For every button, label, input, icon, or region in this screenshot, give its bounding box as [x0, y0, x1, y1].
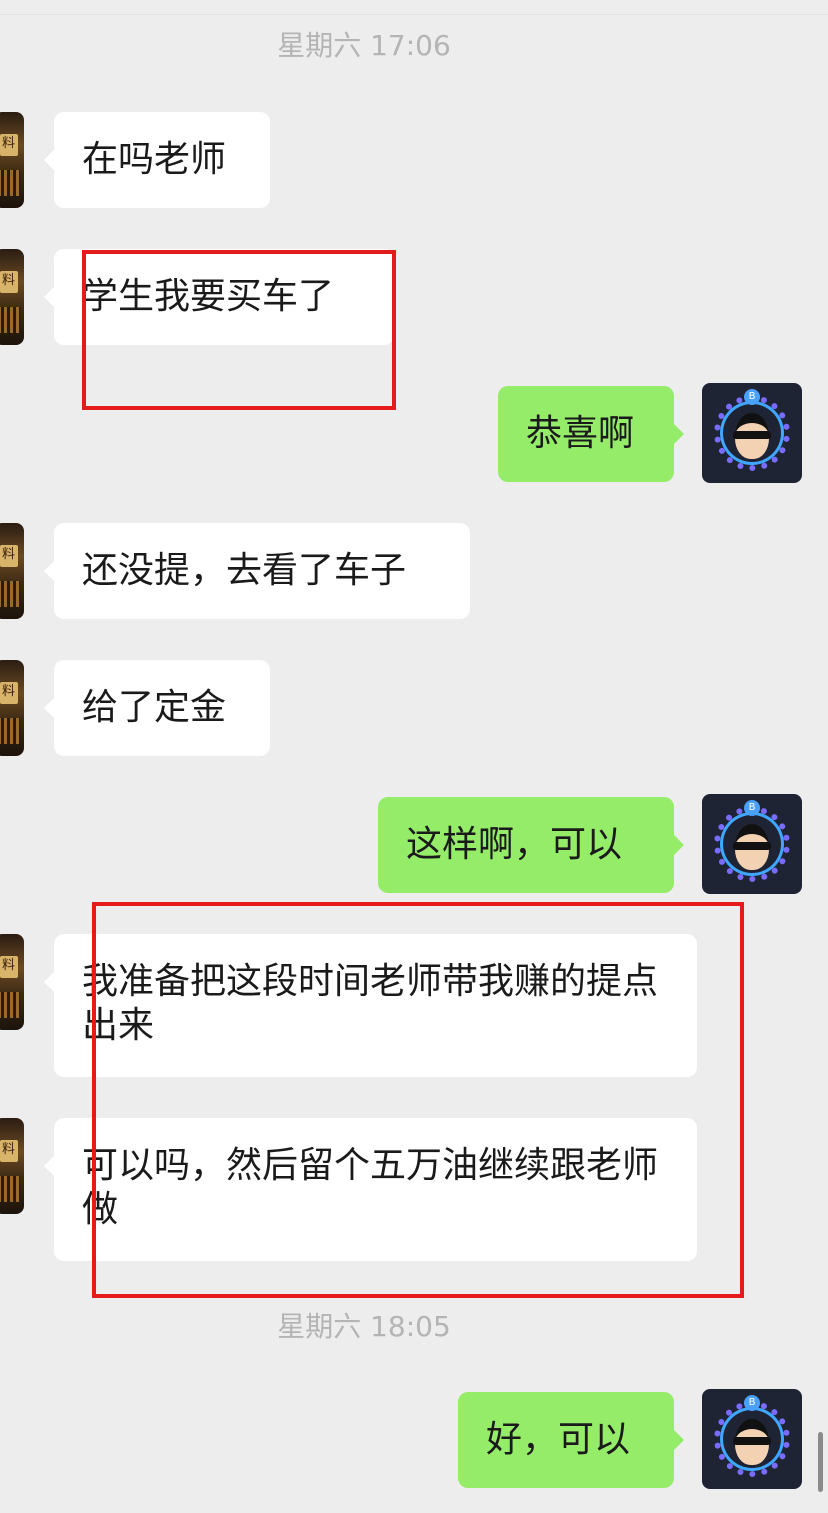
bitcoin-icon: B — [744, 800, 760, 816]
sunglasses-icon — [733, 1437, 771, 1445]
temple-gate-icon: 料 — [2, 136, 16, 151]
highlight-box — [82, 250, 396, 410]
message-bubble-incoming[interactable]: 给了定金 — [44, 660, 270, 756]
temple-gate-icon: 料 — [2, 684, 16, 699]
scrollbar[interactable] — [818, 1432, 823, 1492]
bitcoin-icon: B — [744, 1395, 760, 1411]
bitcoin-icon: B — [744, 389, 760, 405]
my-avatar[interactable]: B — [702, 1389, 802, 1489]
message-bubble-outgoing[interactable]: 好，可以 — [458, 1392, 684, 1488]
contact-avatar[interactable]: 料 — [0, 1118, 24, 1214]
contact-avatar[interactable]: 料 — [0, 249, 24, 345]
timestamp: 星期六 17:06 — [277, 29, 451, 62]
temple-gate-icon: 料 — [2, 547, 16, 562]
my-avatar[interactable]: B — [702, 794, 802, 894]
sunglasses-icon — [733, 431, 771, 439]
my-avatar[interactable]: B — [702, 383, 802, 483]
highlight-box — [92, 902, 744, 1298]
message-bubble-outgoing[interactable]: 这样啊，可以 — [378, 797, 684, 893]
temple-gate-icon: 料 — [2, 958, 16, 973]
message-bubble-incoming[interactable]: 在吗老师 — [44, 112, 270, 208]
top-divider — [0, 14, 828, 15]
timestamp: 星期六 18:05 — [277, 1310, 451, 1343]
contact-avatar[interactable]: 料 — [0, 523, 24, 619]
message-bubble-incoming[interactable]: 还没提，去看了车子 — [44, 523, 470, 619]
contact-avatar[interactable]: 料 — [0, 112, 24, 208]
contact-avatar[interactable]: 料 — [0, 660, 24, 756]
message-bubble-outgoing[interactable]: 恭喜啊 — [498, 386, 684, 482]
contact-avatar[interactable]: 料 — [0, 934, 24, 1030]
temple-gate-icon: 料 — [2, 273, 16, 288]
temple-gate-icon: 料 — [2, 1142, 16, 1157]
sunglasses-icon — [733, 842, 771, 850]
